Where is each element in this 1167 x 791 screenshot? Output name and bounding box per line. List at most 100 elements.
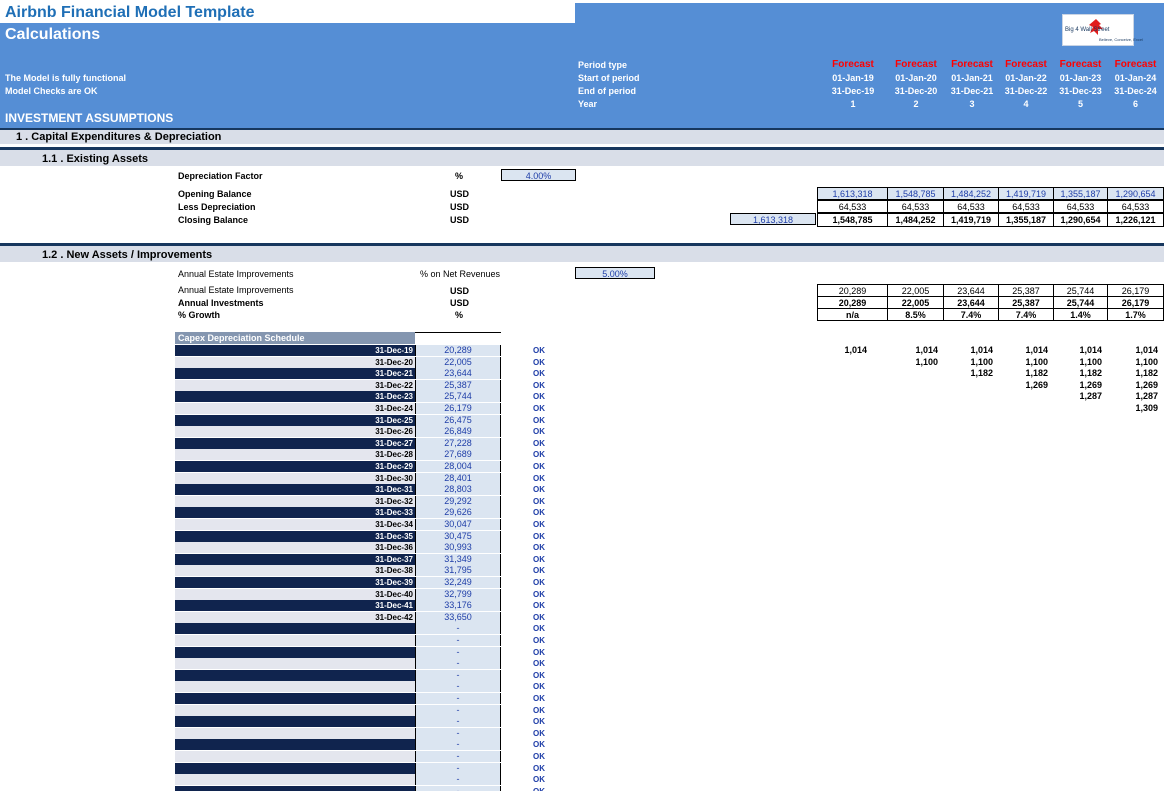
schedule-date: 31-Dec-39 [175, 577, 415, 588]
closing-balance-label: Closing Balance [178, 215, 249, 225]
schedule-date: 31-Dec-21 [175, 368, 415, 380]
schedule-date [175, 623, 415, 635]
section-header-capex: 1 . Capital Expenditures & Depreciation [0, 128, 1164, 144]
period-year: 4 [1023, 99, 1029, 109]
schedule-date: 31-Dec-35 [175, 530, 415, 542]
schedule-date: 31-Dec-23 [175, 391, 415, 403]
existing-assets-cell: 1,548,785 [887, 187, 944, 200]
schedule-date: 31-Dec-20 [175, 356, 415, 368]
schedule-capex-value[interactable]: 31,795 [415, 565, 501, 577]
existing-assets-cell: 64,533 [1053, 200, 1108, 213]
depreciation-value: 1,100 [915, 356, 938, 367]
depreciation-factor-input[interactable]: 4.00% [501, 169, 576, 181]
schedule-capex-value[interactable]: - [415, 635, 501, 646]
new-assets-cell: 1.4% [1053, 308, 1108, 321]
schedule-capex-value[interactable]: 30,047 [415, 519, 501, 530]
period-start: 01-Jan-20 [895, 73, 937, 83]
period-end: 31-Dec-22 [1004, 86, 1048, 96]
schedule-capex-value[interactable]: - [415, 623, 501, 635]
schedule-capex-value[interactable]: - [415, 681, 501, 693]
schedule-date: 31-Dec-22 [175, 379, 415, 391]
schedule-date: 31-Dec-41 [175, 600, 415, 612]
schedule-capex-value[interactable]: 22,005 [415, 356, 501, 368]
period-year: 2 [913, 99, 919, 109]
schedule-capex-value[interactable]: 20,289 [415, 345, 501, 356]
depreciation-factor-label: Depreciation Factor [178, 171, 263, 181]
schedule-check-ok: OK [533, 740, 545, 750]
schedule-capex-value[interactable]: - [415, 785, 501, 791]
subsection-title: 1.2 . New Assets / Improvements [42, 249, 213, 261]
period-type: Forecast [895, 59, 937, 70]
schedule-capex-value[interactable]: 28,401 [415, 472, 501, 484]
schedule-capex-value[interactable]: - [415, 693, 501, 704]
existing-assets-cell: 1,613,318 [817, 187, 888, 200]
schedule-capex-value[interactable]: 30,993 [415, 542, 501, 554]
schedule-capex-value[interactable]: 27,228 [415, 437, 501, 449]
schedule-capex-value[interactable]: - [415, 751, 501, 762]
schedule-capex-value[interactable]: - [415, 669, 501, 681]
existing-assets-cell: 1,290,654 [1053, 213, 1108, 227]
schedule-capex-value[interactable]: 32,249 [415, 577, 501, 588]
schedule-capex-value[interactable]: - [415, 646, 501, 658]
schedule-capex-value[interactable]: 25,387 [415, 379, 501, 391]
schedule-capex-value[interactable]: 28,004 [415, 461, 501, 472]
existing-assets-cell: 1,290,654 [1107, 187, 1164, 200]
schedule-check-ok: OK [533, 728, 545, 738]
annual-investments-unit: USD [450, 298, 470, 308]
depreciation-value: 1,100 [1025, 356, 1048, 367]
schedule-capex-value[interactable]: 29,292 [415, 495, 501, 507]
schedule-check-ok: OK [533, 496, 545, 506]
schedule-capex-value[interactable]: 33,650 [415, 611, 501, 623]
schedule-capex-value[interactable]: 25,744 [415, 391, 501, 403]
new-assets-cell: 7.4% [998, 308, 1054, 321]
schedule-capex-value[interactable]: 32,799 [415, 588, 501, 600]
schedule-capex-value[interactable]: - [415, 716, 501, 728]
schedule-check-ok: OK [533, 554, 545, 564]
existing-assets-cell: 1,355,187 [998, 213, 1054, 227]
schedule-capex-value[interactable]: 26,179 [415, 403, 501, 414]
depreciation-value: 1,182 [1135, 368, 1158, 379]
schedule-check-ok: OK [533, 485, 545, 495]
depreciation-value: 1,100 [1135, 356, 1158, 367]
schedule-capex-value[interactable]: - [415, 739, 501, 751]
opening-balance-unit: USD [450, 189, 470, 199]
schedule-capex-value[interactable]: - [415, 727, 501, 739]
schedule-capex-value[interactable]: 29,626 [415, 507, 501, 519]
period-type: Forecast [951, 59, 993, 70]
schedule-date: 31-Dec-28 [175, 449, 415, 461]
schedule-capex-value[interactable]: 26,475 [415, 414, 501, 426]
schedule-capex-value[interactable]: - [415, 658, 501, 670]
schedule-date: 31-Dec-40 [175, 588, 415, 600]
schedule-capex-value[interactable]: - [415, 704, 501, 716]
depreciation-value: 1,100 [1079, 356, 1102, 367]
existing-assets-cell: 1,548,785 [817, 213, 888, 227]
schedule-capex-value[interactable]: - [415, 774, 501, 786]
schedule-date: 31-Dec-42 [175, 611, 415, 623]
existing-assets-cell: 64,533 [998, 200, 1054, 213]
schedule-capex-value[interactable]: 30,475 [415, 530, 501, 542]
estate-improvements-pct-unit: % on Net Revenues [420, 269, 501, 279]
period-start: 01-Jan-23 [1059, 73, 1102, 83]
depreciation-value: 1,014 [1025, 345, 1048, 355]
schedule-check-ok: OK [533, 462, 545, 471]
schedule-capex-value[interactable]: 23,644 [415, 368, 501, 380]
schedule-date: 31-Dec-32 [175, 495, 415, 507]
period-start: 01-Jan-24 [1114, 73, 1157, 83]
schedule-check-ok: OK [533, 682, 545, 692]
schedule-capex-value[interactable]: 33,176 [415, 600, 501, 612]
year-label: Year [578, 99, 598, 109]
period-type: Forecast [1005, 59, 1047, 70]
schedule-check-ok: OK [533, 543, 545, 553]
schedule-capex-value[interactable]: 26,849 [415, 426, 501, 438]
schedule-capex-value[interactable]: 31,349 [415, 553, 501, 565]
schedule-capex-value[interactable]: 27,689 [415, 449, 501, 461]
schedule-capex-value[interactable]: 28,803 [415, 484, 501, 496]
growth-label: % Growth [178, 310, 220, 320]
schedule-check-ok: OK [533, 531, 545, 541]
depreciation-value: 1,287 [1135, 391, 1158, 402]
depreciation-value: 1,014 [1135, 345, 1158, 355]
estate-improvements-pct-input[interactable]: 5.00% [575, 267, 655, 279]
schedule-capex-value[interactable]: - [415, 762, 501, 774]
schedule-check-ok: OK [533, 752, 545, 761]
opening-balance-label: Opening Balance [178, 189, 252, 199]
